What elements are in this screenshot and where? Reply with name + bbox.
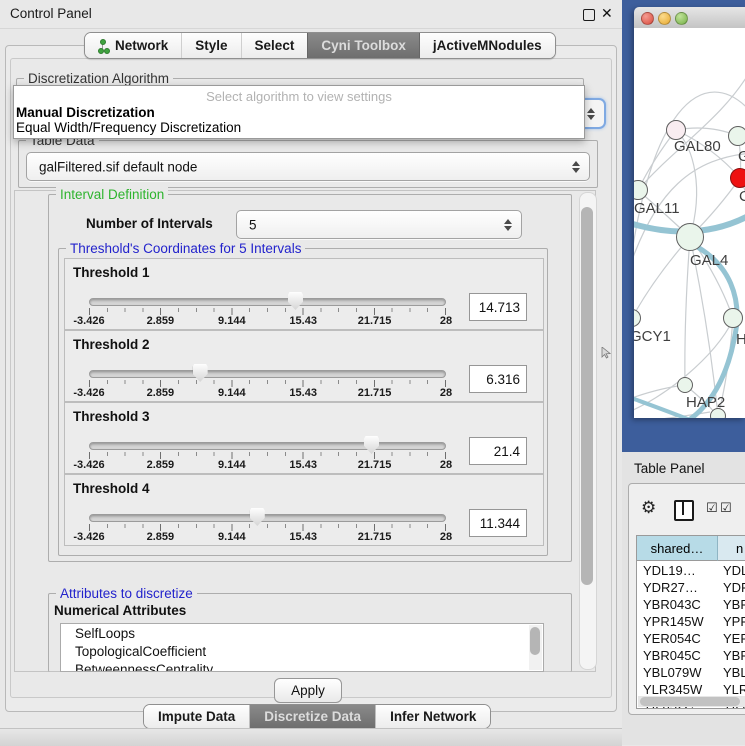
table-row[interactable]: YBL079WYBL0 (637, 664, 745, 681)
gear-icon[interactable]: ⚙ (641, 498, 656, 518)
table-row[interactable]: YDR27…YDR2 (637, 579, 745, 596)
threshold-value-field[interactable] (469, 509, 527, 537)
column-header-shared-name[interactable]: shared… (637, 536, 718, 561)
node-attribute-table[interactable]: shared… n YDL19…YDL1 YDR27…YDR2 YBR043CY… (636, 535, 745, 709)
threshold-slider[interactable]: -3.426 2.859 9.144 15.43 21.715 28 (89, 331, 446, 401)
horizontal-scrollbar[interactable] (638, 696, 745, 707)
numerical-attributes-list[interactable]: SelfLoops TopologicalCoefficient Between… (60, 623, 544, 672)
threshold-slider[interactable]: -3.426 2.859 9.144 15.43 21.715 28 (89, 475, 446, 545)
bottom-tab-bar: Impute Data Discretize Data Infer Networ… (143, 704, 491, 729)
column-header-name[interactable]: n (718, 536, 745, 561)
dropdown-option-manual[interactable]: Manual Discretization (16, 105, 155, 120)
list-scrollbar[interactable] (529, 625, 542, 670)
threshold-row-1: Threshold 1 -3.426 2.859 9.144 15.43 21.… (64, 258, 544, 330)
list-item[interactable]: BetweennessCentrality (75, 662, 213, 672)
thresholds-group-label: Threshold's Coordinates for 5 Intervals (66, 241, 305, 256)
node-label: GCY1 (634, 328, 671, 345)
close-traffic-light-icon[interactable] (641, 12, 654, 25)
node-label: H (736, 331, 745, 348)
panel-title: Control Panel (10, 6, 92, 21)
node-gal4[interactable] (676, 223, 704, 251)
stepper-icon (587, 108, 595, 120)
float-icon[interactable] (583, 9, 595, 21)
network-canvas[interactable]: GAL80 GA C GAL11 GAL4 GCY1 H HAP2 (634, 28, 745, 418)
split-view-icon[interactable] (674, 500, 694, 521)
tab-cyni-toolbox[interactable]: Cyni Toolbox (307, 33, 420, 58)
table-row[interactable]: YER054CYER0 (637, 630, 745, 647)
node-label: GAL80 (674, 138, 721, 155)
algorithm-dropdown-popup: Select algorithm to view settings Manual… (13, 85, 585, 139)
close-icon[interactable]: ✕ (601, 5, 613, 22)
tab-style[interactable]: Style (181, 33, 240, 58)
threshold-slider[interactable]: -3.426 2.859 9.144 15.43 21.715 28 (89, 403, 446, 473)
algorithm-group-label: Discretization Algorithm (24, 71, 173, 86)
threshold-row-4: Threshold 4 -3.426 2.859 9.144 15.43 21.… (64, 474, 544, 546)
threshold-value-field[interactable] (469, 365, 527, 393)
checkbox-icon[interactable]: ☑ (720, 500, 732, 516)
tab-select[interactable]: Select (241, 33, 308, 58)
threshold-row-2: Threshold 2 -3.426 2.859 9.144 15.43 21.… (64, 330, 544, 402)
slider-track[interactable] (89, 298, 446, 306)
interval-definition-label: Interval Definition (56, 187, 168, 202)
stepper-icon (504, 219, 512, 231)
node-label: GAL4 (690, 252, 728, 269)
node-clipped-right-top[interactable] (728, 126, 745, 146)
table-row[interactable]: YBR043CYBR0 (637, 596, 745, 613)
threshold-value-field[interactable] (469, 437, 527, 465)
scrollbar-thumb[interactable] (640, 697, 740, 706)
slider-track[interactable] (89, 370, 446, 378)
top-tab-bar: Network Style Select Cyni Toolbox jActiv… (84, 32, 556, 59)
table-row[interactable]: YBR045CYBR0 (637, 647, 745, 664)
threshold-slider[interactable]: -3.426 2.859 9.144 15.43 21.715 28 (89, 259, 446, 329)
attributes-group-label: Attributes to discretize (56, 586, 197, 601)
dropdown-hint: Select algorithm to view settings (14, 89, 584, 104)
tab-network[interactable]: Network (85, 33, 181, 58)
table-data-combobox[interactable]: galFiltered.sif default node (26, 152, 590, 181)
list-item[interactable]: SelfLoops (75, 626, 135, 641)
zoom-traffic-light-icon[interactable] (675, 12, 688, 25)
node-red-selected[interactable] (730, 168, 745, 188)
num-intervals-combobox[interactable]: 5 (236, 210, 522, 239)
panel-footer (0, 728, 622, 746)
table-panel-title: Table Panel (634, 461, 705, 476)
num-intervals-label: Number of Intervals (86, 216, 213, 231)
node-clipped-bottom[interactable] (710, 408, 726, 418)
table-row[interactable]: YPR145WYPR1 (637, 613, 745, 630)
threshold-value-field[interactable] (469, 293, 527, 321)
network-window: GAL80 GA C GAL11 GAL4 GCY1 H HAP2 (634, 7, 745, 418)
node-gal80[interactable] (666, 120, 686, 140)
slider-track[interactable] (89, 514, 446, 522)
mouse-cursor (601, 347, 611, 359)
node-hap2[interactable] (677, 377, 693, 393)
tab-impute-data[interactable]: Impute Data (144, 705, 249, 728)
table-row[interactable]: YDL19…YDL1 (637, 562, 745, 579)
checkbox-icon[interactable]: ☑ (706, 500, 718, 516)
node-label: C (739, 188, 745, 205)
node-clipped-right-mid[interactable] (723, 308, 743, 328)
control-panel-titlebar: Control Panel ✕ (0, 0, 622, 29)
slider-track[interactable] (89, 442, 446, 450)
numerical-attributes-label: Numerical Attributes (54, 603, 186, 618)
scrollbar-thumb[interactable] (530, 627, 540, 655)
dropdown-option-equal-width[interactable]: Equal Width/Frequency Discretization (16, 120, 241, 135)
list-item[interactable]: TopologicalCoefficient (75, 644, 206, 659)
apply-button[interactable]: Apply (274, 678, 342, 703)
tab-infer-network[interactable]: Infer Network (375, 705, 490, 728)
stepper-icon (572, 161, 580, 173)
threshold-row-3: Threshold 3 -3.426 2.859 9.144 15.43 21.… (64, 402, 544, 474)
tab-jactivemnodules[interactable]: jActiveMNodules (420, 33, 555, 58)
scrollbar-thumb[interactable] (581, 207, 593, 585)
vertical-scrollbar[interactable] (579, 192, 597, 670)
node-label: GA (738, 148, 745, 165)
node-label: GAL11 (634, 200, 680, 217)
tab-discretize-data[interactable]: Discretize Data (249, 705, 375, 728)
network-window-titlebar[interactable] (634, 7, 745, 29)
minimize-traffic-light-icon[interactable] (658, 12, 671, 25)
network-icon (98, 39, 109, 53)
